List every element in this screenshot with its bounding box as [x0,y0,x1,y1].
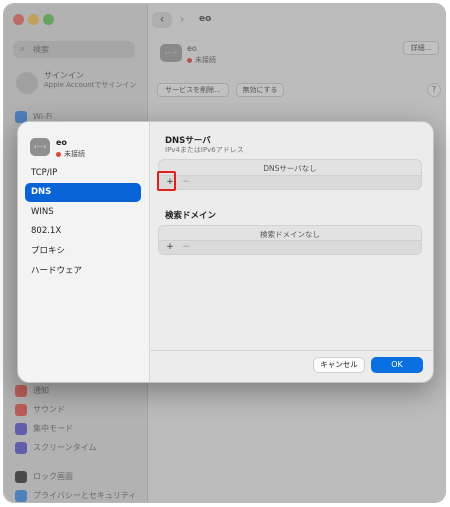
footer-divider [149,350,433,351]
network-service-icon: ‹···› [30,138,50,156]
search-domain-list[interactable]: 検索ドメインなし + − [158,225,422,255]
remove-search-domain-button[interactable]: − [181,241,191,254]
dns-server-list[interactable]: DNSサーバなし + − [158,159,422,190]
sheet-sidebar: ‹···› eo 未接続 TCP/IP DNS WINS 802.1X プロキシ… [18,122,150,382]
remove-dns-server-button[interactable]: − [181,176,191,189]
tab-hardware[interactable]: ハードウェア [25,262,141,281]
dns-servers-subtitle: IPv4またはIPv6アドレス [165,146,244,154]
dns-settings-sheet: ‹···› eo 未接続 TCP/IP DNS WINS 802.1X プロキシ… [17,121,434,383]
status-dot-icon [56,151,61,157]
tab-tcpip[interactable]: TCP/IP [25,164,141,183]
tab-dns[interactable]: DNS [25,183,141,202]
tab-wins[interactable]: WINS [25,203,141,222]
search-domain-toolbar: + − [159,240,421,254]
sheet-status-label: 未接続 [64,150,85,158]
tab-8021x[interactable]: 802.1X [25,222,141,241]
ok-button[interactable]: OK [371,357,423,373]
add-search-domain-button[interactable]: + [164,241,176,254]
sheet-service-name: eo [56,138,67,147]
sheet-service-status: 未接続 [56,149,85,159]
tab-proxy[interactable]: プロキシ [25,242,141,261]
dns-list-toolbar: + − [159,175,421,189]
highlight-box [157,171,176,191]
search-domains-title: 検索ドメイン [165,211,217,221]
cancel-button[interactable]: キャンセル [313,357,365,373]
